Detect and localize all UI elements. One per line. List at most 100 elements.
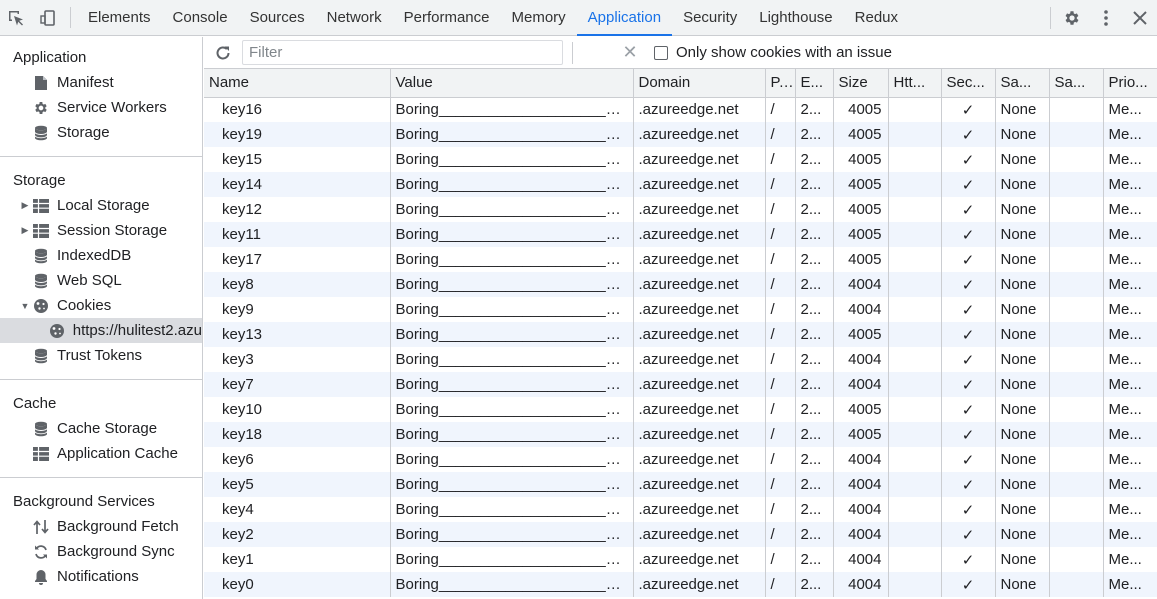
settings-gear-icon[interactable]: [1055, 0, 1089, 36]
database-icon: [32, 247, 50, 265]
table-row[interactable]: key7Boring______________________________…: [204, 372, 1157, 397]
sidebar-item-label: Service Workers: [57, 99, 167, 116]
clear-all-icon[interactable]: ✕: [620, 42, 640, 63]
table-row[interactable]: key18Boring_____________________________…: [204, 422, 1157, 447]
cell-sa-9: [1049, 322, 1104, 347]
column-header-prio-10[interactable]: Prio...: [1103, 69, 1157, 98]
grid-icon: [32, 445, 50, 463]
cell-value-1: Boring__________________________________…: [390, 422, 634, 447]
toolbar-divider: [1050, 6, 1051, 29]
table-row[interactable]: key17Boring_____________________________…: [204, 247, 1157, 272]
sidebar-item-storage[interactable]: Storage: [0, 120, 202, 145]
cell-name-0: key6: [204, 447, 391, 472]
cell-name-0: key7: [204, 372, 391, 397]
sidebar-item-session-storage[interactable]: ▶ Session Storage: [0, 218, 202, 243]
table-row[interactable]: key0Boring______________________________…: [204, 572, 1157, 597]
filter-input[interactable]: [242, 40, 563, 65]
cell-e-4: 2...: [795, 522, 834, 547]
table-row[interactable]: key11Boring_____________________________…: [204, 222, 1157, 247]
table-row[interactable]: key15Boring_____________________________…: [204, 147, 1157, 172]
tab-redux[interactable]: Redux: [844, 0, 909, 35]
cell-prio-10: Me...: [1103, 472, 1157, 497]
more-options-icon[interactable]: [1089, 0, 1123, 36]
table-row[interactable]: key4Boring______________________________…: [204, 497, 1157, 522]
tab-sources[interactable]: Sources: [239, 0, 316, 35]
sidebar-item-https-hulitest2-azu[interactable]: https://hulitest2.azu: [0, 318, 202, 343]
cell-p-3: /: [765, 147, 796, 172]
cell-domain-2: .azureedge.net: [633, 172, 766, 197]
table-row[interactable]: key8Boring______________________________…: [204, 272, 1157, 297]
sidebar-item-application-cache[interactable]: Application Cache: [0, 441, 202, 466]
table-row[interactable]: key14Boring_____________________________…: [204, 172, 1157, 197]
table-row[interactable]: key3Boring______________________________…: [204, 347, 1157, 372]
issue-only-checkbox[interactable]: [654, 45, 668, 60]
table-row[interactable]: key12Boring_____________________________…: [204, 197, 1157, 222]
cell-sa-8: None: [995, 497, 1050, 522]
sidebar-item-service-workers[interactable]: Service Workers: [0, 95, 202, 120]
column-header-htt-6[interactable]: Htt...: [888, 69, 942, 98]
sidebar-item-label: Session Storage: [57, 222, 168, 239]
tab-security[interactable]: Security: [672, 0, 748, 35]
expand-arrow-icon[interactable]: ▶: [20, 225, 30, 236]
column-header-sa-9[interactable]: Sa...: [1049, 69, 1104, 98]
cookies-panel: ✕ Only show cookies with an issue NameVa…: [204, 37, 1157, 599]
table-row[interactable]: key16Boring_____________________________…: [204, 97, 1157, 122]
table-row[interactable]: key5Boring______________________________…: [204, 472, 1157, 497]
cell-sa-8: None: [995, 372, 1050, 397]
gear-icon: [32, 99, 50, 117]
table-row[interactable]: key19Boring_____________________________…: [204, 122, 1157, 147]
collapse-arrow-icon[interactable]: ▼: [20, 301, 30, 311]
inspect-element-icon[interactable]: [0, 0, 32, 35]
cell-sec-7: ✓: [941, 472, 996, 497]
tab-network[interactable]: Network: [316, 0, 393, 35]
column-header-domain-2[interactable]: Domain: [633, 69, 766, 98]
cell-e-4: 2...: [795, 172, 834, 197]
column-header-sa-8[interactable]: Sa...: [995, 69, 1050, 98]
sidebar-item-web-sql[interactable]: Web SQL: [0, 268, 202, 293]
cell-p-3: /: [765, 247, 796, 272]
tab-console[interactable]: Console: [162, 0, 239, 35]
cell-prio-10: Me...: [1103, 272, 1157, 297]
cell-name-0: key4: [204, 497, 391, 522]
cell-size-5: 4004: [833, 572, 889, 597]
cell-sec-7: ✓: [941, 222, 996, 247]
column-header-value-1[interactable]: Value: [390, 69, 634, 98]
sidebar-item-indexeddb[interactable]: IndexedDB: [0, 243, 202, 268]
expand-arrow-icon[interactable]: ▶: [20, 200, 30, 211]
tab-lighthouse[interactable]: Lighthouse: [748, 0, 843, 35]
sidebar-item-background-sync[interactable]: Background Sync: [0, 539, 202, 564]
sidebar-item-cache-storage[interactable]: Cache Storage: [0, 416, 202, 441]
tab-elements[interactable]: Elements: [77, 0, 162, 35]
cell-e-4: 2...: [795, 497, 834, 522]
column-header-p-3[interactable]: P...: [765, 69, 796, 98]
sidebar-item-cookies[interactable]: ▼ Cookies: [0, 293, 202, 318]
refresh-icon[interactable]: [204, 45, 242, 61]
cell-p-3: /: [765, 497, 796, 522]
sidebar-item-manifest[interactable]: Manifest: [0, 70, 202, 95]
cell-prio-10: Me...: [1103, 147, 1157, 172]
table-row[interactable]: key9Boring______________________________…: [204, 297, 1157, 322]
column-header-e-4[interactable]: E...: [795, 69, 834, 98]
cell-p-3: /: [765, 197, 796, 222]
device-toolbar-icon[interactable]: [32, 0, 64, 35]
sidebar-item-local-storage[interactable]: ▶ Local Storage: [0, 193, 202, 218]
sidebar-item-trust-tokens[interactable]: Trust Tokens: [0, 343, 202, 368]
tab-application[interactable]: Application: [576, 0, 673, 36]
cell-size-5: 4005: [833, 422, 889, 447]
table-row[interactable]: key2Boring______________________________…: [204, 522, 1157, 547]
close-devtools-icon[interactable]: [1123, 0, 1157, 36]
tab-memory[interactable]: Memory: [501, 0, 577, 35]
table-row[interactable]: key13Boring_____________________________…: [204, 322, 1157, 347]
sidebar-item-notifications[interactable]: Notifications: [0, 564, 202, 589]
table-row[interactable]: key10Boring_____________________________…: [204, 397, 1157, 422]
cell-size-5: 4004: [833, 297, 889, 322]
sidebar-divider: [0, 156, 202, 157]
cell-sa-8: None: [995, 522, 1050, 547]
sidebar-item-background-fetch[interactable]: Background Fetch: [0, 514, 202, 539]
column-header-name-0[interactable]: Name: [204, 69, 391, 98]
table-row[interactable]: key1Boring______________________________…: [204, 547, 1157, 572]
tab-performance[interactable]: Performance: [393, 0, 501, 35]
table-row[interactable]: key6Boring______________________________…: [204, 447, 1157, 472]
column-header-sec-7[interactable]: Sec...: [941, 69, 996, 98]
column-header-size-5[interactable]: Size: [833, 69, 889, 98]
